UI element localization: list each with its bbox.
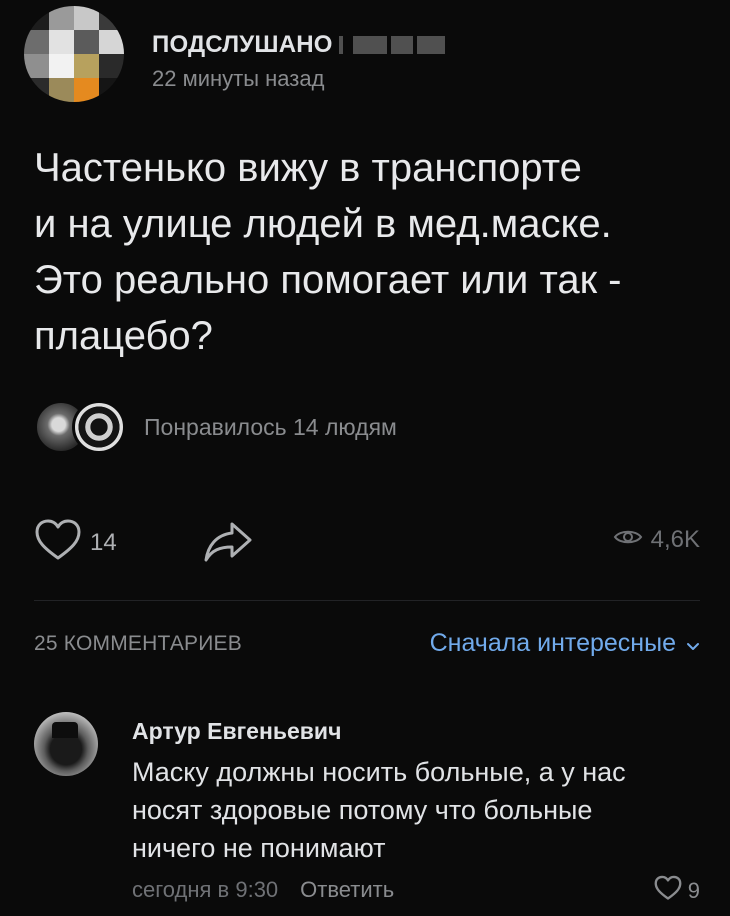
comment-meta: сегодня в 9:30 Ответить 9: [132, 875, 700, 903]
comment-author[interactable]: Артур Евгеньевич: [132, 718, 700, 745]
group-name[interactable]: ПОДСЛУШАНО: [152, 31, 333, 59]
comment-text: Маску должны носить больные, а у нас нос…: [132, 753, 700, 867]
redacted-block: [390, 36, 413, 54]
liker-avatar: [72, 400, 126, 454]
sort-label: Сначала интересные: [429, 629, 676, 657]
redacted-block: [352, 36, 387, 54]
heart-icon: [34, 518, 82, 567]
post-actions: 14 4,6K: [34, 518, 700, 568]
like-button[interactable]: 14: [34, 518, 117, 567]
divider: [34, 600, 700, 601]
comment-like-button[interactable]: 9: [654, 875, 700, 907]
comment-avatar[interactable]: [34, 712, 98, 776]
post-time: 22 минуты назад: [152, 66, 325, 91]
redacted-block: [338, 36, 343, 54]
share-button[interactable]: [202, 520, 254, 569]
reply-button[interactable]: Ответить: [300, 877, 394, 903]
comments-count: 25 КОММЕНТАРИЕВ: [34, 632, 242, 655]
heart-icon: [654, 875, 682, 907]
comments-sort-select[interactable]: Сначала интересные: [430, 628, 700, 659]
comment-like-count: 9: [687, 878, 700, 903]
group-avatar[interactable]: [24, 6, 124, 102]
comment-body: Артур Евгеньевич Маску должны носить бол…: [132, 718, 700, 903]
post-header: ПОДСЛУШАНО 22 минуты назад: [24, 6, 445, 102]
post-text-line: и на улице людей в мед.маске.: [34, 202, 612, 246]
liked-by-row[interactable]: Понравилось 14 людям: [34, 400, 397, 454]
views-count: 4,6K: [650, 526, 700, 553]
group-name-row[interactable]: ПОДСЛУШАНО: [152, 30, 445, 60]
comment-text-line: носят здоровые потому что больные: [132, 795, 593, 825]
post-text-line: Частенько вижу в транспорте: [34, 146, 582, 190]
comment-text-line: ничего не понимают: [132, 833, 386, 863]
avatar-detail: [52, 722, 78, 738]
chevron-down-icon: [686, 630, 700, 659]
post-text: Частенько вижу в транспорте и на улице л…: [34, 140, 714, 364]
redacted-block: [416, 36, 445, 54]
comments-header: 25 КОММЕНТАРИЕВ Сначала интересные: [34, 628, 700, 664]
liked-by-text: Понравилось 14 людям: [144, 413, 397, 440]
share-arrow-icon: [202, 522, 254, 568]
post-text-line: плацебо?: [34, 314, 213, 358]
views-counter: 4,6K: [613, 526, 700, 554]
eye-icon: [613, 526, 643, 554]
comment-time: сегодня в 9:30: [132, 877, 279, 902]
post-text-line: Это реально помогает или так -: [34, 258, 622, 302]
comment-text-line: Маску должны носить больные, а у нас: [132, 757, 626, 787]
like-count: 14: [90, 528, 117, 556]
post-header-text: ПОДСЛУШАНО 22 минуты назад: [152, 30, 445, 92]
